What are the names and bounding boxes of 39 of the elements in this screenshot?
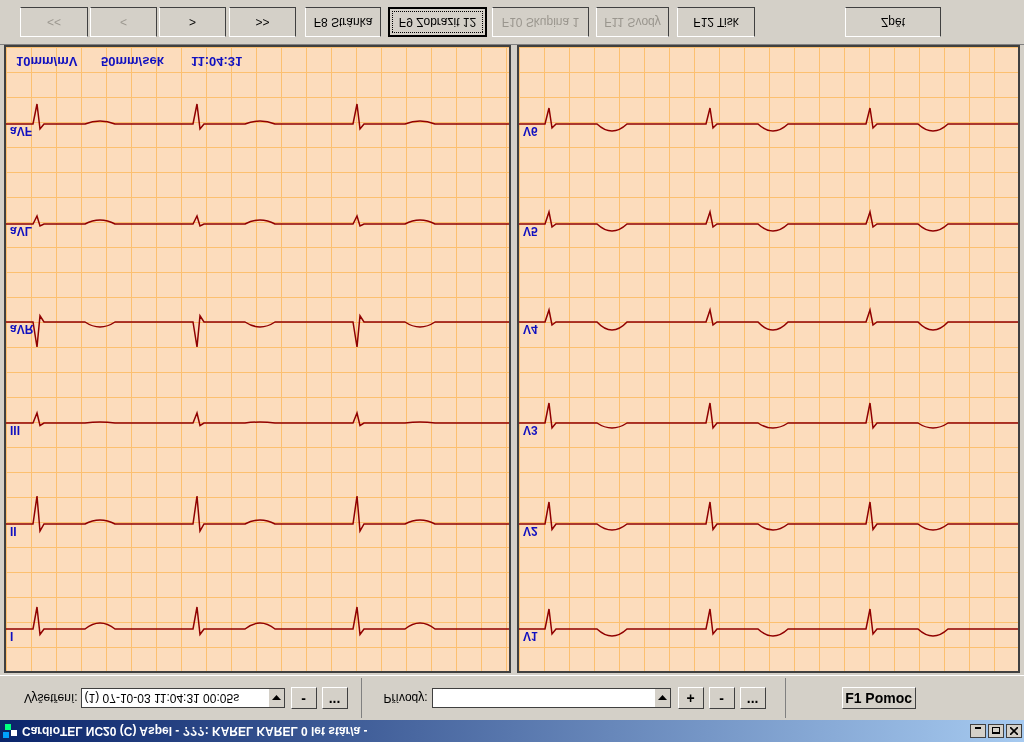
minimize-button[interactable] xyxy=(970,724,986,738)
close-icon xyxy=(1010,727,1018,735)
field-label: Vyšetření: xyxy=(24,690,78,707)
toolbar-button[interactable]: F12 Tisk xyxy=(677,7,755,37)
toolbar-button[interactable]: F8 Stránka xyxy=(305,7,381,37)
lead-label: aVR xyxy=(10,323,34,335)
exam-dropdown[interactable]: (1) 07-10-03 11:04:31 00:05s xyxy=(80,688,285,708)
minimize-icon xyxy=(975,727,981,729)
lead-label: V1 xyxy=(523,630,538,642)
small-button[interactable]: ... xyxy=(321,687,348,709)
help-button[interactable]: F1 Pomoc xyxy=(841,687,916,709)
lead-label: aVF xyxy=(10,125,32,137)
toolbar-button[interactable]: F9 Zobrazit 12 xyxy=(388,7,487,37)
close-button[interactable] xyxy=(1006,724,1022,738)
chart-header-text: 50mm/sek xyxy=(101,55,164,68)
lead-label: V4 xyxy=(523,323,538,335)
toolbar-button[interactable]: > xyxy=(159,7,226,37)
lead-label: V2 xyxy=(523,525,538,537)
app-icon xyxy=(2,723,18,739)
chart-header-text: 11:04:31 xyxy=(191,55,243,68)
field-label: Přívody: xyxy=(383,690,428,707)
lead-label: II xyxy=(10,525,17,537)
lead-label: V5 xyxy=(523,225,538,237)
restore-button[interactable] xyxy=(988,724,1004,738)
lead-label: V6 xyxy=(523,125,538,137)
lead-label: aVL xyxy=(10,225,32,237)
lead-label: III xyxy=(10,424,20,436)
small-button[interactable]: - xyxy=(290,687,317,709)
lead-label: I xyxy=(10,630,14,642)
small-button[interactable]: ... xyxy=(739,687,766,709)
small-button[interactable]: + xyxy=(677,687,704,709)
restore-icon xyxy=(992,727,1000,735)
leads-dropdown[interactable] xyxy=(431,688,671,708)
chart-header-text: 10mm/mV xyxy=(16,55,78,68)
lead-label: V3 xyxy=(523,424,538,436)
toolbar-button[interactable]: >> xyxy=(229,7,296,37)
window-title: CardioTEL NC20 (C) Aspel - ???: KAREL KAREL 0 let stár/a - xyxy=(22,723,368,740)
small-button[interactable]: - xyxy=(708,687,735,709)
toolbar-button[interactable]: Zpět xyxy=(845,7,941,37)
